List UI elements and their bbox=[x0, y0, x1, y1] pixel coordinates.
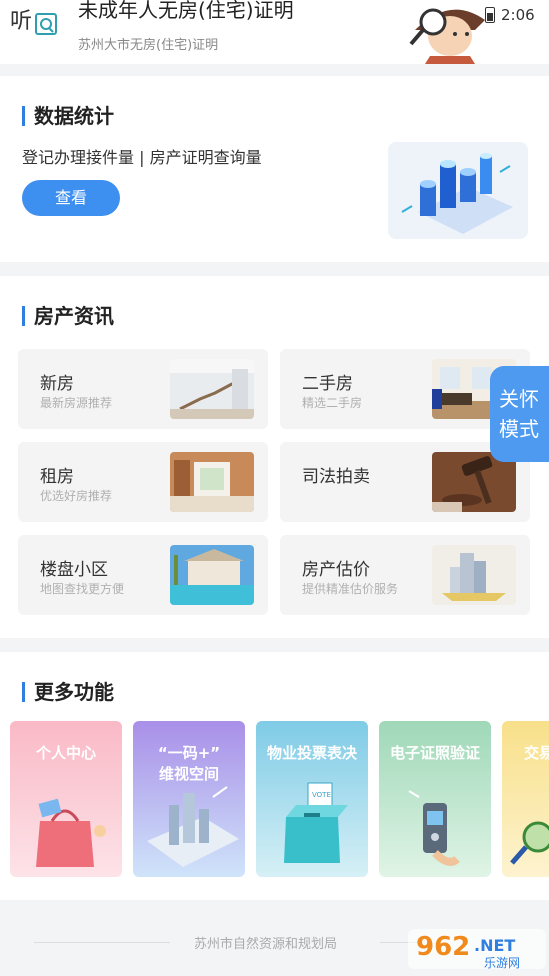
tile-title: 房产估价 bbox=[302, 560, 370, 580]
watermark-suffix: .NET bbox=[474, 936, 515, 955]
func-personal-center[interactable]: 个人中心 bbox=[10, 721, 122, 877]
tile-subtitle: 最新房源推荐 bbox=[40, 396, 113, 410]
func-label: 物业投票表决 bbox=[256, 743, 368, 764]
more-title: 更多功能 bbox=[22, 682, 114, 702]
func-transaction[interactable]: 交易 bbox=[502, 721, 549, 877]
tile-subtitle: 地图查找更方便 bbox=[40, 582, 125, 596]
top-bar: 听 未成年人无房(住宅)证明 苏州大市无房(住宅)证明 2:06 bbox=[0, 0, 549, 64]
battery-icon bbox=[485, 7, 495, 23]
care-mode-button[interactable]: 关怀 模式 bbox=[490, 366, 549, 462]
tile-rent[interactable]: 租房 优选好房推荐 bbox=[18, 442, 268, 522]
status-time: 2:06 bbox=[501, 6, 535, 24]
stats-description: 登记办理接件量 | 房产证明查询量 bbox=[22, 148, 262, 167]
news-title: 房产资讯 bbox=[22, 306, 114, 326]
news-section: 房产资讯 新房 最新房源推荐 二手房 精选二手房 租房 优选好房推荐 司法拍卖 … bbox=[0, 276, 549, 638]
tile-subtitle: 精选二手房 bbox=[302, 396, 363, 410]
tile-title: 楼盘小区 bbox=[40, 560, 108, 580]
tile-title: 新房 bbox=[40, 374, 74, 394]
func-label: “一码+” 维视空间 bbox=[133, 743, 245, 785]
tile-new-house[interactable]: 新房 最新房源推荐 bbox=[18, 349, 268, 429]
func-label-line1: 个人中心 bbox=[35, 744, 96, 762]
func-property-vote[interactable]: VOTE 物业投票表决 bbox=[256, 721, 368, 877]
func-label: 交易 bbox=[502, 743, 549, 764]
svg-text:VOTE: VOTE bbox=[312, 791, 331, 799]
func-e-certificate-verify[interactable]: 电子证照验证 bbox=[379, 721, 491, 877]
view-button[interactable]: 查看 bbox=[22, 180, 120, 216]
tile-community[interactable]: 楼盘小区 地图查找更方便 bbox=[18, 535, 268, 615]
valuation-illustration bbox=[432, 545, 516, 605]
func-label-line1: 物业投票表决 bbox=[266, 744, 357, 762]
detective-mascot-icon bbox=[409, 8, 485, 64]
func-label-line1: 交易 bbox=[524, 744, 549, 762]
func-label: 电子证照验证 bbox=[379, 743, 491, 764]
page-subtitle: 苏州大市无房(住宅)证明 bbox=[78, 38, 219, 53]
watermark-sitename: 乐游网 bbox=[484, 956, 520, 970]
community-photo bbox=[170, 545, 254, 605]
stats-title: 数据统计 bbox=[22, 106, 114, 126]
func-label-line2: 维视空间 bbox=[158, 765, 219, 783]
stats-illustration bbox=[388, 142, 528, 239]
bar-chart-3d-icon bbox=[401, 153, 513, 234]
svg-text:听: 听 bbox=[10, 9, 32, 34]
func-one-code-space[interactable]: “一码+” 维视空间 bbox=[133, 721, 245, 877]
care-mode-line2: 模式 bbox=[499, 417, 539, 441]
more-section: 更多功能 个人中心 “一码+” 维视空间 VOTE 物业投票表决 电子证照验证 … bbox=[0, 652, 549, 900]
care-mode-line1: 关怀 bbox=[499, 387, 539, 411]
func-label-line1: “一码+” bbox=[157, 744, 221, 762]
func-label-line1: 电子证照验证 bbox=[389, 744, 480, 762]
tile-title: 司法拍卖 bbox=[302, 467, 370, 487]
rent-photo bbox=[170, 452, 254, 512]
listen-icon[interactable]: 听 bbox=[10, 2, 60, 38]
status-bar: 2:06 bbox=[485, 6, 535, 24]
tile-valuation[interactable]: 房产估价 提供精准估价服务 bbox=[280, 535, 530, 615]
stats-section: 数据统计 登记办理接件量 | 房产证明查询量 查看 bbox=[0, 76, 549, 262]
footer-text: 苏州市自然资源和规划局 bbox=[194, 937, 338, 952]
footer-divider-left bbox=[34, 942, 170, 943]
site-watermark-logo: 962 .NET 乐游网 bbox=[408, 929, 546, 970]
tile-subtitle: 提供精准估价服务 bbox=[302, 582, 399, 596]
func-label: 个人中心 bbox=[10, 743, 122, 764]
watermark-number: 962 bbox=[416, 932, 470, 962]
tile-title: 租房 bbox=[40, 467, 74, 487]
new-house-photo bbox=[170, 359, 254, 419]
tile-subtitle: 优选好房推荐 bbox=[40, 489, 113, 503]
tile-title: 二手房 bbox=[302, 374, 353, 394]
page-title: 未成年人无房(住宅)证明 bbox=[78, 0, 294, 22]
